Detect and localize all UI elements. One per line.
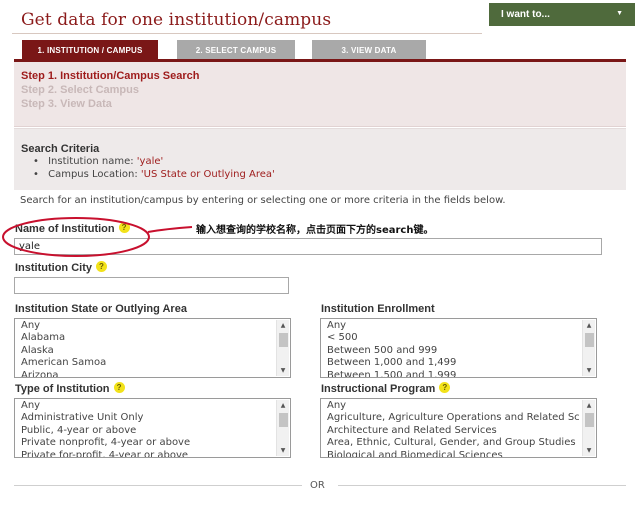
institution-type-select[interactable]: Any Administrative Unit Only Public, 4-y… — [14, 398, 291, 458]
annotation-note: 输入想查询的学校名称，点击页面下方的search键。 — [196, 225, 434, 236]
scroll-thumb[interactable] — [279, 333, 288, 347]
tab-select-campus[interactable]: 2. SELECT CAMPUS — [177, 40, 295, 60]
scrollbar[interactable]: ▲ ▼ — [582, 320, 595, 376]
criteria-label: Institution name: — [48, 156, 137, 167]
title-divider — [12, 33, 482, 34]
institution-type-label-text: Type of Institution — [15, 383, 110, 395]
scroll-up-icon[interactable]: ▲ — [583, 320, 595, 331]
option[interactable]: Between 1,500 and 1,999 — [327, 370, 596, 377]
option[interactable]: Agriculture, Agriculture Operations and … — [327, 412, 596, 424]
search-criteria-heading: Search Criteria — [21, 143, 100, 155]
criteria-item: Institution name: 'yale' — [33, 155, 626, 168]
instructional-program-label-text: Instructional Program — [321, 383, 436, 395]
option[interactable]: Public, 4-year or above — [21, 425, 290, 437]
institution-enrollment-label: Institution Enrollment — [321, 303, 435, 315]
option[interactable]: Any — [21, 320, 290, 332]
scroll-down-icon[interactable]: ▼ — [277, 365, 289, 376]
option[interactable]: Administrative Unit Only — [21, 412, 290, 424]
option[interactable]: Alabama — [21, 332, 290, 344]
separator-line — [14, 485, 302, 486]
criteria-value: 'yale' — [136, 156, 164, 167]
instructional-program-select[interactable]: Any Agriculture, Agriculture Operations … — [320, 398, 597, 458]
scroll-thumb[interactable] — [585, 333, 594, 347]
scroll-down-icon[interactable]: ▼ — [277, 445, 289, 456]
tab-view-data[interactable]: 3. VIEW DATA — [312, 40, 426, 60]
institution-type-label: Type of Institution? — [15, 382, 125, 395]
criteria-item: Campus Location: 'US State or Outlying A… — [33, 168, 626, 181]
tab-institution-campus[interactable]: 1. INSTITUTION / CAMPUS — [22, 40, 158, 60]
step-list: Step 1. Institution/Campus Search Step 2… — [14, 62, 626, 127]
option[interactable]: American Samoa — [21, 357, 290, 369]
or-label: OR — [310, 480, 325, 491]
option[interactable]: Biological and Biomedical Sciences — [327, 450, 596, 457]
search-instructions: Search for an institution/campus by ente… — [20, 195, 506, 206]
institution-name-label: Name of Institution? — [15, 222, 130, 235]
institution-state-label: Institution State or Outlying Area — [15, 303, 187, 315]
scrollbar[interactable]: ▲ ▼ — [582, 400, 595, 456]
annotation-arrow — [147, 226, 193, 233]
option[interactable]: Between 500 and 999 — [327, 345, 596, 357]
scroll-down-icon[interactable]: ▼ — [583, 365, 595, 376]
option[interactable]: Arizona — [21, 370, 290, 377]
criteria-label: Campus Location: — [48, 169, 141, 180]
help-icon[interactable]: ? — [96, 261, 107, 272]
option[interactable]: Any — [21, 400, 290, 412]
option[interactable]: Private for-profit, 4-year or above — [21, 450, 290, 457]
step-2: Step 2. Select Campus — [21, 84, 139, 96]
scroll-up-icon[interactable]: ▲ — [583, 400, 595, 411]
help-icon[interactable]: ? — [439, 382, 451, 393]
help-icon[interactable]: ? — [113, 382, 125, 393]
institution-name-input[interactable] — [14, 238, 602, 255]
criteria-value: 'US State or Outlying Area' — [140, 169, 275, 180]
separator-line — [338, 485, 626, 486]
step-3: Step 3. View Data — [21, 98, 112, 110]
scroll-down-icon[interactable]: ▼ — [583, 445, 595, 456]
option[interactable]: Any — [327, 320, 596, 332]
chevron-down-icon: ▼ — [616, 10, 623, 17]
help-icon[interactable]: ? — [118, 222, 130, 233]
institution-state-select[interactable]: Any Alabama Alaska American Samoa Arizon… — [14, 318, 291, 378]
option[interactable]: < 500 — [327, 332, 596, 344]
option[interactable]: Architecture and Related Services — [327, 425, 596, 437]
institution-enrollment-select[interactable]: Any < 500 Between 500 and 999 Between 1,… — [320, 318, 597, 378]
institution-name-label-text: Name of Institution — [15, 223, 115, 235]
scrollbar[interactable]: ▲ ▼ — [276, 320, 289, 376]
option[interactable]: Any — [327, 400, 596, 412]
i-want-to-dropdown[interactable]: I want to... ▼ — [489, 3, 635, 26]
page-title: Get data for one institution/campus — [21, 10, 332, 30]
instructional-program-label: Instructional Program? — [321, 382, 451, 395]
option[interactable]: Area, Ethnic, Cultural, Gender, and Grou… — [327, 437, 596, 449]
institution-city-input[interactable] — [14, 277, 289, 294]
option[interactable]: Private nonprofit, 4-year or above — [21, 437, 290, 449]
search-criteria-panel: Search Criteria Institution name: 'yale'… — [14, 128, 626, 190]
scroll-thumb[interactable] — [585, 413, 594, 427]
scrollbar[interactable]: ▲ ▼ — [276, 400, 289, 456]
or-separator: OR — [14, 480, 626, 492]
scroll-up-icon[interactable]: ▲ — [277, 320, 289, 331]
i-want-to-label: I want to... — [501, 9, 550, 20]
scroll-up-icon[interactable]: ▲ — [277, 400, 289, 411]
scroll-thumb[interactable] — [279, 413, 288, 427]
option[interactable]: Between 1,000 and 1,499 — [327, 357, 596, 369]
option[interactable]: Alaska — [21, 345, 290, 357]
institution-city-label: Institution City? — [15, 261, 107, 274]
step-1: Step 1. Institution/Campus Search — [21, 70, 200, 82]
institution-city-label-text: Institution City — [15, 262, 92, 274]
